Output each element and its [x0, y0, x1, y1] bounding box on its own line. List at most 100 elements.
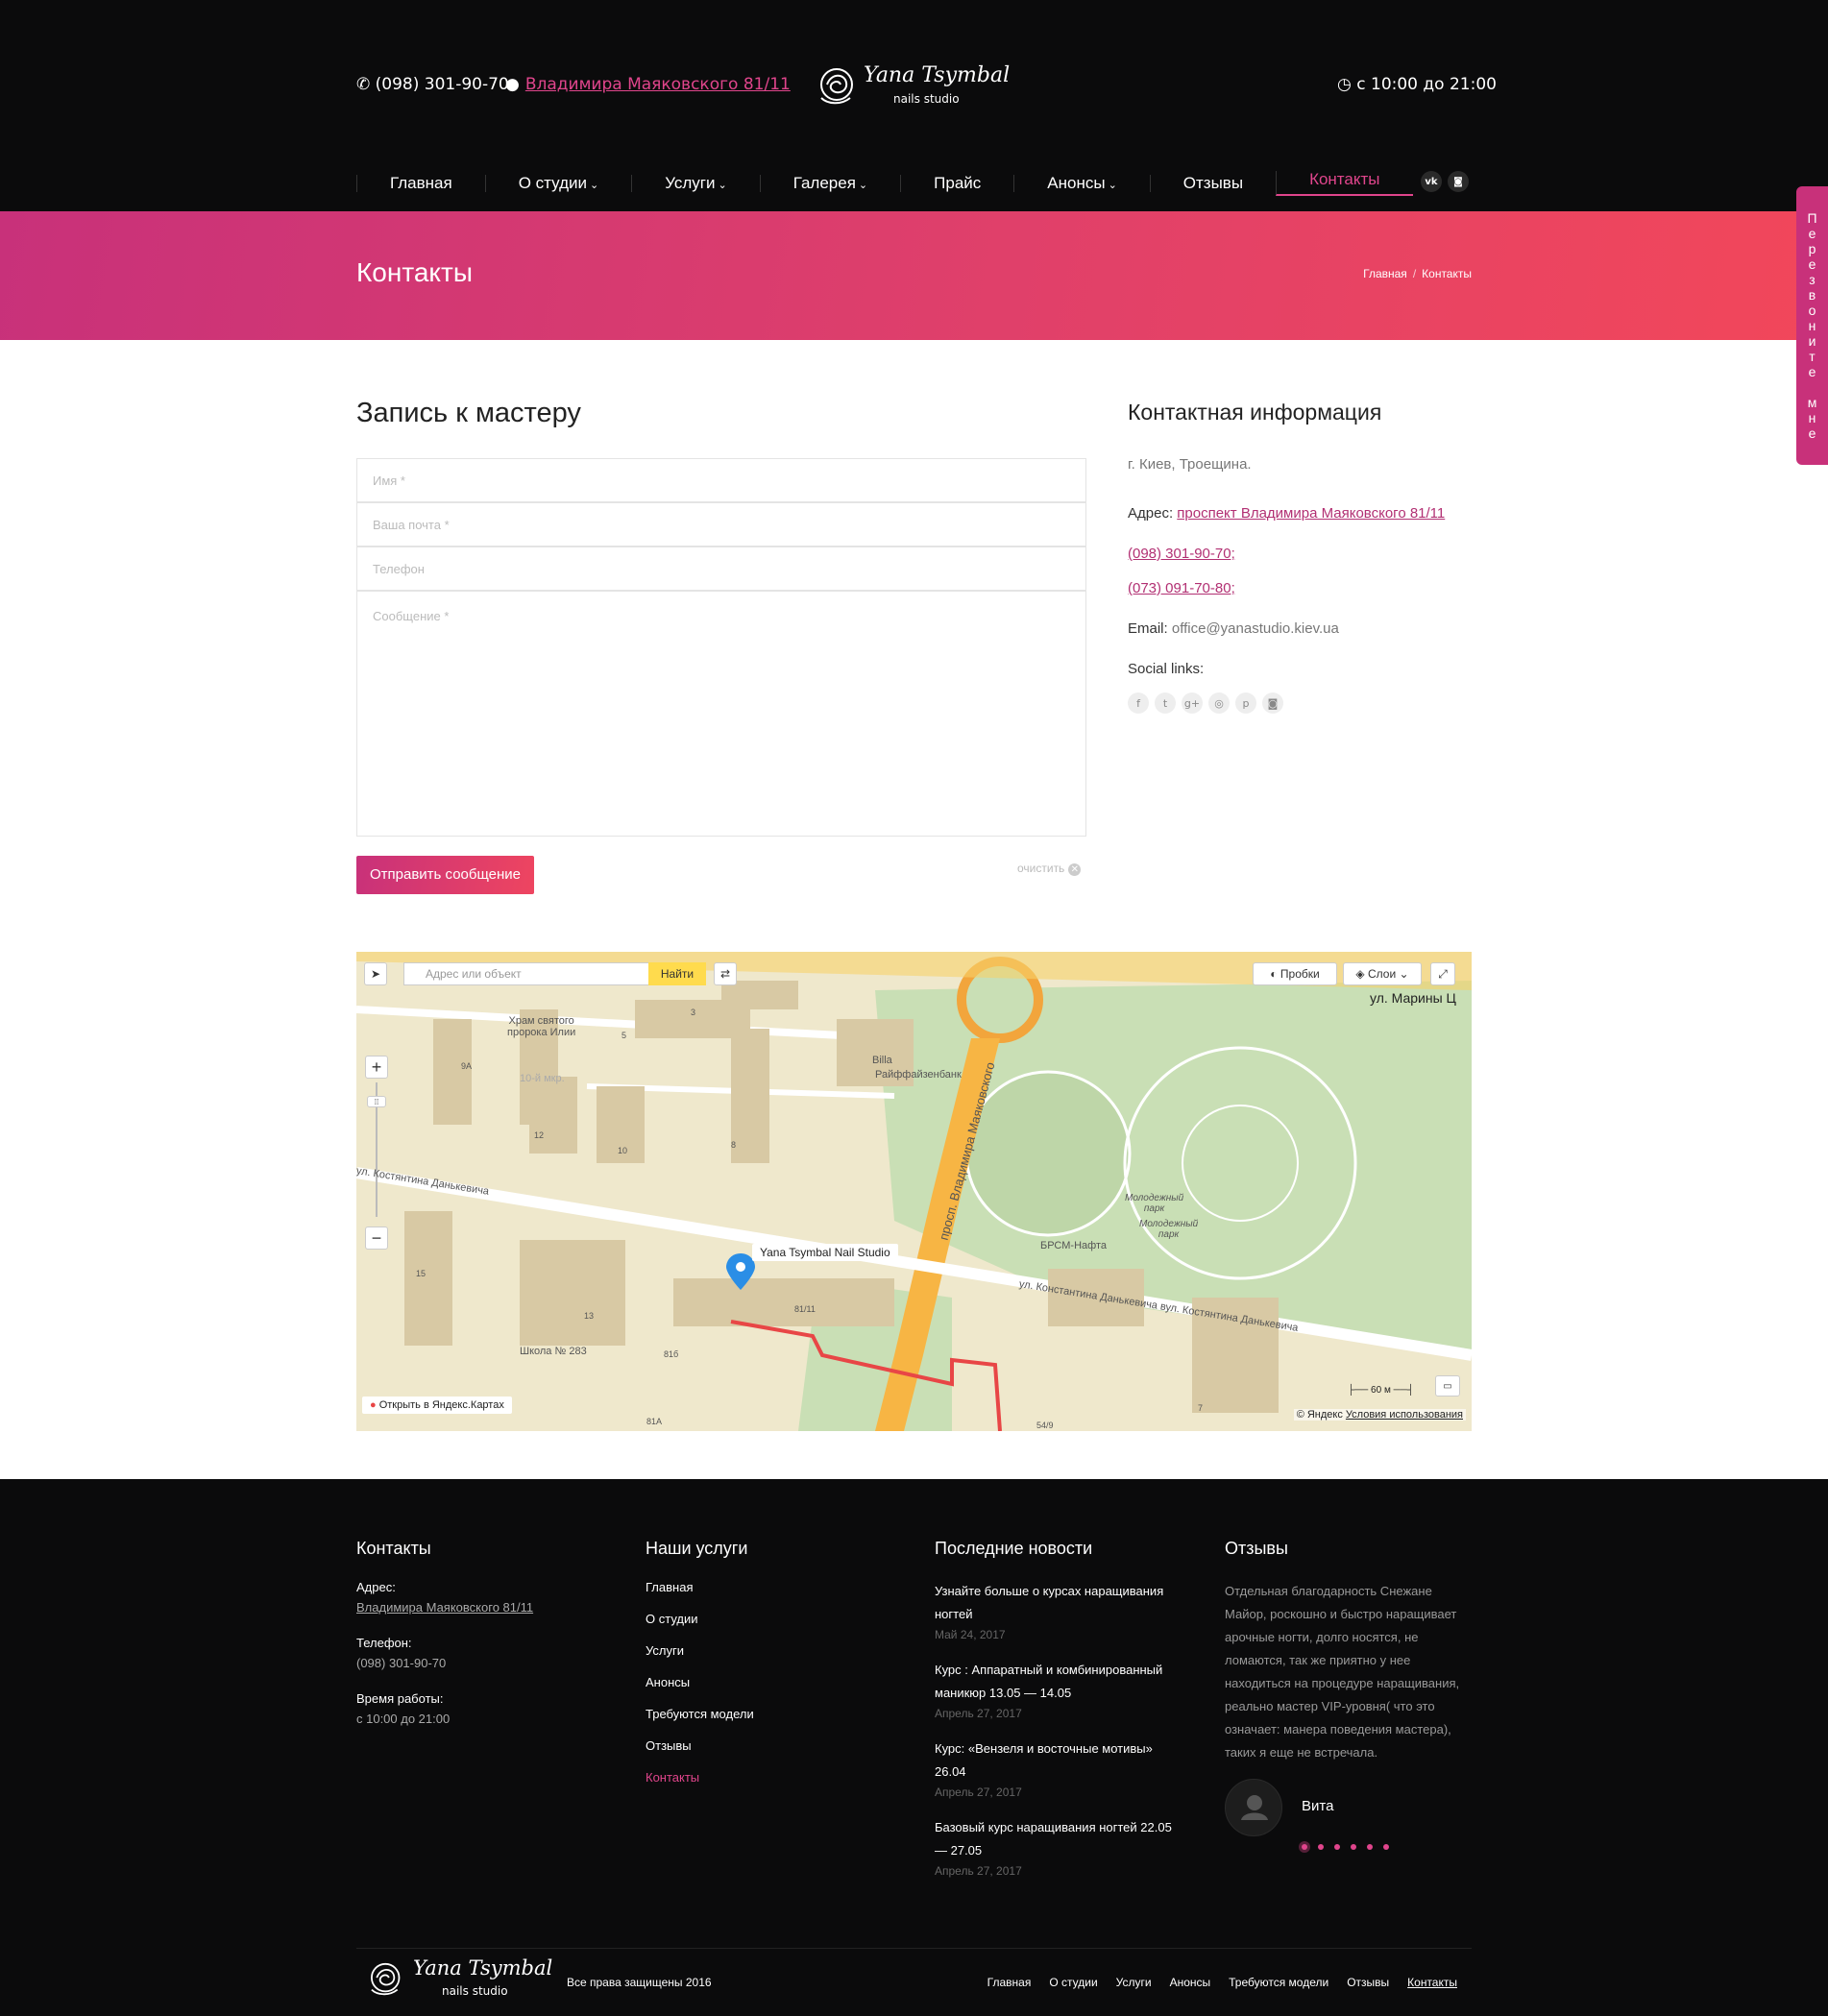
breadcrumb: Главная / Контакты — [1363, 267, 1472, 280]
nav-item-about[interactable]: О студии ⌄ — [484, 175, 632, 192]
instagram-icon[interactable]: ◙ — [1448, 171, 1469, 192]
page-title: Контакты — [356, 257, 473, 287]
contact-address-link[interactable]: проспект Владимира Маяковского 81/11 — [1177, 505, 1445, 522]
footer-nav-about[interactable]: О студии — [1049, 1976, 1097, 1989]
submit-button[interactable]: Отправить сообщение — [356, 856, 534, 894]
fullscreen-button[interactable]: ⤢ — [1430, 962, 1455, 985]
instagram-icon[interactable]: ◙ — [1262, 692, 1283, 714]
contact-email: Email: office@yanastudio.kiev.ua — [1128, 620, 1339, 637]
twitter-icon[interactable]: t — [1155, 692, 1176, 714]
footer-link-reviews[interactable]: Отзывы — [646, 1738, 895, 1753]
footer-nav-home[interactable]: Главная — [987, 1976, 1032, 1989]
rose-logo-icon — [820, 68, 853, 105]
chevron-down-icon: ⌄ — [590, 180, 599, 191]
footer-nav-contacts[interactable]: Контакты — [1407, 1976, 1457, 1989]
yandex-map[interactable]: ➤ Адрес или объект Найти ⇄ ◐ Пробки ◈ Сл… — [356, 952, 1472, 1431]
pager-dot[interactable] — [1367, 1844, 1373, 1850]
pinterest-icon[interactable]: p — [1235, 692, 1256, 714]
callback-tab-letter: н — [1808, 318, 1816, 333]
facebook-icon[interactable]: f — [1128, 692, 1149, 714]
footer-nav-announcements[interactable]: Анонсы — [1170, 1976, 1211, 1989]
ruler-button[interactable]: ▭ — [1435, 1375, 1460, 1397]
minus-icon: − — [371, 1227, 382, 1248]
nav-item-services[interactable]: Услуги ⌄ — [631, 175, 760, 192]
footer-nav-services[interactable]: Услуги — [1116, 1976, 1152, 1989]
map-search-input[interactable]: Адрес или объект — [403, 962, 650, 985]
message-field[interactable]: Сообщение * — [356, 591, 1086, 837]
pager-dot[interactable] — [1351, 1844, 1356, 1850]
traffic-button[interactable]: ◐ Пробки — [1253, 962, 1337, 985]
news-item-title[interactable]: Курс: «Вензеля и восточные мотивы» 26.04 — [935, 1737, 1184, 1784]
pager-dot[interactable] — [1318, 1844, 1324, 1850]
nav-item-gallery[interactable]: Галерея ⌄ — [759, 175, 900, 192]
nav-item-announcements[interactable]: Анонсы ⌄ — [1013, 175, 1150, 192]
footer-nav-reviews[interactable]: Отзывы — [1347, 1976, 1389, 1989]
zoom-out-button[interactable]: − — [365, 1227, 388, 1250]
map-label-church: Храм святого пророка Илии — [507, 1015, 576, 1038]
pager-dot[interactable] — [1383, 1844, 1389, 1850]
chevron-down-icon: ⌄ — [1396, 967, 1409, 981]
map-label-house: 7 — [1198, 1403, 1204, 1413]
google-plus-icon[interactable]: g+ — [1182, 692, 1203, 714]
map-label-house: 9А — [461, 1061, 473, 1071]
nav-item-reviews[interactable]: Отзывы — [1149, 175, 1276, 192]
logo[interactable]: Yana Tsymbal nails studio — [812, 60, 1010, 111]
phone-field[interactable]: Телефон — [356, 547, 1086, 591]
layers-button[interactable]: ◈ Слои ⌄ — [1343, 962, 1422, 985]
footer-news-title: Последние новости — [935, 1539, 1093, 1558]
review-author: Вита — [1302, 1798, 1334, 1814]
dribbble-icon[interactable]: ◎ — [1208, 692, 1230, 714]
map-find-button[interactable]: Найти — [648, 962, 706, 985]
callback-tab-letter: з — [1809, 272, 1816, 287]
logo-script: Yana Tsymbal — [864, 63, 1011, 87]
footer-link-models[interactable]: Требуются модели — [646, 1707, 895, 1721]
route-button[interactable]: ⇄ — [714, 962, 737, 985]
footer-link-announcements[interactable]: Анонсы — [646, 1675, 895, 1689]
map-pin-label[interactable]: Yana Tsymbal Nail Studio — [752, 1244, 898, 1261]
expand-icon: ⤢ — [1438, 966, 1448, 981]
footer-logo[interactable]: Yana Tsymbal nails studio — [363, 1955, 552, 2004]
footer-services: Наши услуги Главная О студии Услуги Анон… — [646, 1539, 895, 1802]
nav-item-home[interactable]: Главная — [356, 175, 485, 192]
nav-item-price[interactable]: Прайс — [900, 175, 1013, 192]
map-label-fuel: БРСМ-Нафта — [1040, 1240, 1107, 1251]
map-label-house: 81А — [646, 1417, 663, 1426]
contact-phone-2[interactable]: (073) 091-70-80; — [1128, 580, 1235, 596]
contact-phone-1[interactable]: (098) 301-90-70; — [1128, 546, 1235, 562]
vk-icon[interactable]: vk — [1421, 171, 1442, 192]
user-icon — [1241, 1795, 1268, 1820]
map-label-street-3: ул. Марины Ц — [1370, 990, 1456, 1006]
nav-item-contacts[interactable]: Контакты — [1276, 171, 1413, 196]
name-field[interactable]: Имя * — [356, 458, 1086, 502]
footer-news: Последние новости Узнайте больше о курса… — [935, 1539, 1184, 1895]
footer-address-link[interactable]: Владимира Маяковского 81/11 — [356, 1600, 606, 1615]
email-field[interactable]: Ваша почта * — [356, 502, 1086, 547]
footer-contacts: Контакты Адрес: Владимира Маяковского 81… — [356, 1539, 606, 1726]
map-marker-icon: ● — [505, 75, 520, 94]
pager-dot[interactable] — [1334, 1844, 1340, 1850]
footer-link-about[interactable]: О студии — [646, 1612, 895, 1626]
footer-link-home[interactable]: Главная — [646, 1580, 895, 1594]
header-phone[interactable]: ✆ (098) 301-90-70 — [356, 75, 509, 94]
news-item-title[interactable]: Базовый курс наращивания ногтей 22.05 — … — [935, 1816, 1184, 1862]
news-item-title[interactable]: Узнайте больше о курсах наращивания ногт… — [935, 1580, 1184, 1626]
breadcrumb-home[interactable]: Главная — [1363, 267, 1407, 280]
footer-link-services[interactable]: Услуги — [646, 1643, 895, 1658]
ruler-icon: ▭ — [1443, 1380, 1452, 1392]
clear-button[interactable]: очистить ✕ — [1017, 862, 1082, 876]
news-item-title[interactable]: Курс : Аппаратный и комбинированный мани… — [935, 1659, 1184, 1705]
zoom-handle[interactable]: ⁞⁞ — [367, 1096, 386, 1107]
traffic-icon: ◐ — [1270, 967, 1280, 981]
callback-tab[interactable]: Перезвоните мне — [1796, 186, 1828, 465]
footer-bottom-nav: Главная О студии Услуги Анонсы Требуются… — [987, 1976, 1457, 1989]
open-in-yandex-link[interactable]: ● Открыть в Яндекс.Картах — [362, 1397, 512, 1414]
footer-nav-models[interactable]: Требуются модели — [1229, 1976, 1328, 1989]
geolocation-button[interactable]: ➤ — [364, 962, 387, 985]
header-address-link[interactable]: ● Владимира Маяковского 81/11 — [505, 75, 791, 94]
news-item-date: Май 24, 2017 — [935, 1628, 1006, 1641]
pager-dot-active[interactable] — [1302, 1844, 1307, 1850]
footer-link-contacts[interactable]: Контакты — [646, 1770, 895, 1785]
zoom-in-button[interactable]: + — [365, 1056, 388, 1079]
map-label-house: 81/11 — [794, 1304, 816, 1314]
terms-link[interactable]: Условия использования — [1346, 1409, 1463, 1421]
